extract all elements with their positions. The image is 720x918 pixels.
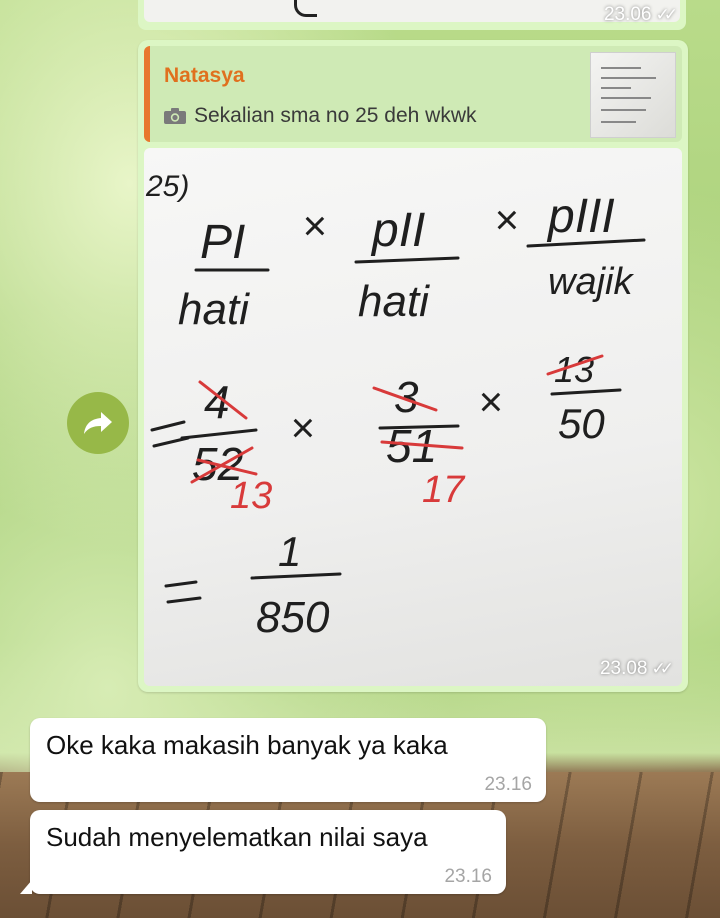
quote-thumbnail (590, 52, 676, 138)
bubble-tail (20, 880, 32, 894)
incoming-message[interactable]: Oke kaka makasih banyak ya kaka 23.16 (30, 718, 546, 802)
previous-photo-fragment (144, 0, 680, 22)
incoming-message[interactable]: Sudah menyelematkan nilai saya 23.16 (20, 810, 506, 894)
fraction-1-denominator: hati (178, 285, 250, 334)
times-sign-2: × (494, 196, 519, 243)
fraction-2-denominator: hati (358, 277, 430, 326)
quote-accent-bar (144, 46, 150, 142)
result-denominator: 850 (256, 593, 330, 642)
times-sign-1: × (302, 202, 327, 249)
read-receipt-icon: ✓✓ (651, 659, 674, 678)
message-text: Sudah menyelematkan nilai saya (46, 822, 428, 852)
photo-message-bubble[interactable]: Natasya Sekalian sma no 25 deh wkwk 25) … (138, 40, 688, 692)
read-receipt-icon: ✓✓ (655, 5, 678, 24)
camera-icon (164, 108, 186, 124)
message-timestamp: 23.16 (484, 774, 532, 795)
fraction-3-numerator: pIII (546, 190, 615, 243)
message-text: Oke kaka makasih banyak ya kaka (46, 730, 448, 760)
message-timestamp: 23.16 (444, 866, 492, 887)
step2-fraction-1-reduced: 13 (230, 475, 272, 517)
fraction-2-numerator: pII (370, 204, 425, 257)
times-sign-4: × (478, 378, 503, 425)
forward-button[interactable] (67, 392, 129, 454)
fraction-3-denominator: wajik (548, 261, 634, 303)
handwritten-math-photo[interactable]: 25) PI hati × pII hati × pIII wajik 4 52… (144, 148, 682, 686)
step2-fraction-2-reduced: 17 (422, 469, 466, 511)
step2-fraction-3-denominator: 50 (558, 400, 605, 447)
result-numerator: 1 (278, 528, 301, 575)
quoted-reply[interactable]: Natasya Sekalian sma no 25 deh wkwk (144, 46, 682, 142)
quote-caption: Sekalian sma no 25 deh wkwk (194, 104, 477, 127)
message-timestamp: 23.06 ✓✓ (603, 4, 678, 25)
times-sign-3: × (290, 404, 315, 451)
forward-arrow-icon (84, 412, 112, 434)
quote-author: Natasya (164, 64, 245, 87)
message-timestamp: 23.08 ✓✓ (599, 658, 674, 679)
problem-number: 25) (145, 170, 189, 203)
fraction-1-numerator: PI (200, 216, 245, 269)
previous-message-bubble[interactable]: 23.06 ✓✓ (138, 0, 686, 30)
